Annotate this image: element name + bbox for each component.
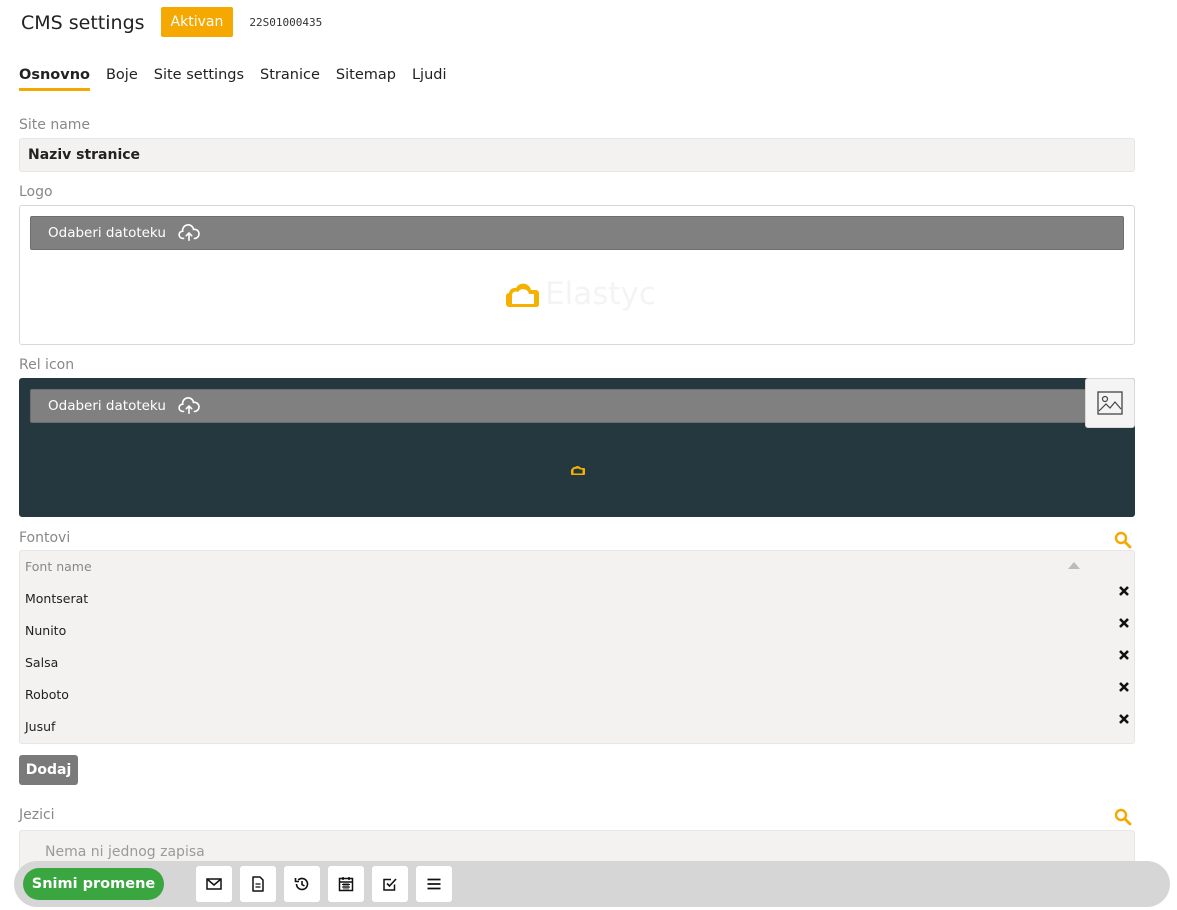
logo-label: Logo (19, 184, 53, 200)
font-name-cell: Roboto (25, 687, 69, 702)
cloud-upload-icon (178, 397, 200, 415)
site-name-input[interactable]: Naziv stranice (19, 138, 1135, 172)
history-icon (294, 877, 309, 891)
logo-file-select-label: Odaberi datoteku (48, 225, 166, 241)
rel-icon-file-select-label: Odaberi datoteku (48, 398, 166, 414)
calendar-button[interactable] (328, 866, 364, 902)
table-row[interactable]: Roboto (20, 677, 1134, 709)
fonts-label: Fontovi (19, 530, 71, 546)
checkbox-icon (383, 878, 397, 891)
tab-sitemap[interactable]: Sitemap (336, 67, 396, 91)
mail-button[interactable] (196, 866, 232, 902)
font-name-cell: Salsa (25, 655, 59, 670)
logo-file-select-button[interactable]: Odaberi datoteku (30, 216, 1124, 250)
remove-icon[interactable] (1118, 713, 1130, 725)
fonts-table-header: Font name (20, 551, 1134, 581)
column-header-font-name[interactable]: Font name (25, 559, 92, 574)
document-button[interactable] (240, 866, 276, 902)
tab-ljudi[interactable]: Ljudi (412, 67, 447, 91)
font-name-cell: Jusuf (25, 719, 56, 734)
record-id: 22S01000435 (249, 15, 323, 29)
fonts-table: Font name Montserat Nunito Salsa Roboto … (19, 550, 1135, 744)
fonts-search-icon[interactable] (1114, 531, 1132, 549)
tasks-button[interactable] (372, 866, 408, 902)
calendar-icon (338, 877, 354, 892)
languages-search-icon[interactable] (1114, 808, 1132, 826)
image-icon (1097, 391, 1123, 415)
status-badge: Aktivan (160, 7, 234, 37)
remove-icon[interactable] (1118, 681, 1130, 693)
table-row[interactable]: Salsa (20, 645, 1134, 677)
add-font-button[interactable]: Dodaj (19, 755, 78, 785)
tab-site-settings[interactable]: Site settings (154, 67, 244, 91)
table-row[interactable]: Nunito (20, 613, 1134, 645)
font-name-cell: Nunito (25, 623, 67, 638)
footer-toolbar: Snimi promene (14, 861, 1170, 907)
remove-icon[interactable] (1118, 617, 1130, 629)
page-header: CMS settings Aktivan 22S01000435 (21, 7, 322, 37)
sort-ascending-icon[interactable] (1068, 562, 1080, 569)
remove-icon[interactable] (1118, 585, 1130, 597)
menu-button[interactable] (416, 866, 452, 902)
tab-boje[interactable]: Boje (106, 67, 138, 91)
tool-buttons (196, 866, 460, 902)
font-name-cell: Montserat (25, 591, 89, 606)
logo-preview: Elastyc (505, 276, 656, 312)
image-preview-button[interactable] (1085, 378, 1135, 428)
rel-icon-file-select-button[interactable]: Odaberi datoteku (30, 389, 1086, 423)
languages-label: Jezici (19, 807, 55, 823)
remove-icon[interactable] (1118, 649, 1130, 661)
rel-icon-upload-box: Odaberi datoteku (19, 378, 1135, 517)
tab-stranice[interactable]: Stranice (260, 67, 320, 91)
logo-upload-box: Odaberi datoteku Elastyc (19, 205, 1135, 345)
tab-bar: Osnovno Boje Site settings Stranice Site… (19, 67, 463, 91)
table-row[interactable]: Jusuf (20, 709, 1134, 741)
save-changes-button[interactable]: Snimi promene (23, 868, 164, 900)
table-row[interactable]: Montserat (20, 581, 1134, 613)
rel-icon-preview (571, 466, 585, 475)
rel-icon-label: Rel icon (19, 357, 75, 373)
document-icon (252, 876, 264, 892)
site-name-label: Site name (19, 117, 91, 133)
tab-osnovno[interactable]: Osnovno (19, 67, 90, 91)
menu-icon (427, 878, 441, 890)
logo-wordmark: Elastyc (545, 276, 656, 312)
mail-icon (206, 878, 222, 890)
history-button[interactable] (284, 866, 320, 902)
cloud-upload-icon (178, 224, 200, 242)
page-title: CMS settings (21, 12, 145, 34)
logo-cloud-icon (506, 283, 540, 307)
